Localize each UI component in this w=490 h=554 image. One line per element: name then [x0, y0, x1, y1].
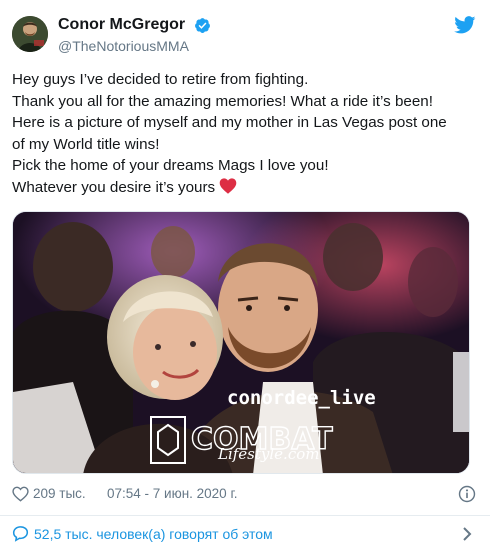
- tweet-line: Here is a picture of myself and my mothe…: [12, 114, 447, 132]
- like-count[interactable]: 209 тыс.: [33, 486, 86, 501]
- timestamp[interactable]: 07:54 - 7 июн. 2020 г.: [107, 486, 237, 501]
- tweet-line: of my World title wins!: [12, 135, 160, 153]
- conversation-count[interactable]: 52,5 тыс. человек(а) говорят об этом: [34, 526, 273, 542]
- twitter-bird-icon[interactable]: [454, 16, 476, 34]
- author-names: Conor McGregor @TheNotoriousMMA: [58, 16, 211, 54]
- tweet-line: Pick the home of your dreams Mags I love…: [12, 157, 329, 175]
- watermark-logo-script: Lifestyle.com: [217, 445, 319, 463]
- divider: [0, 515, 490, 516]
- tweet-photo[interactable]: conordee_live COMBAT Lifestyle.com: [12, 211, 470, 474]
- tweet-line: Hey guys I’ve decided to retire from fig…: [12, 71, 309, 88]
- red-heart-icon: [219, 178, 237, 194]
- verified-badge-icon: [194, 17, 211, 34]
- tweet-text: Hey guys I’ve decided to retire from fig…: [12, 69, 476, 199]
- display-name[interactable]: Conor McGregor: [58, 16, 185, 34]
- handle[interactable]: @TheNotoriousMMA: [58, 38, 211, 54]
- heart-outline-icon[interactable]: [12, 486, 29, 502]
- avatar[interactable]: [12, 16, 48, 52]
- tweet-meta: 209 тыс. 07:54 - 7 июн. 2020 г.: [12, 485, 476, 505]
- tweet-line: Whatever you desire it’s yours: [12, 178, 216, 196]
- tweet-card: Conor McGregor @TheNotoriousMMA Hey guys…: [0, 0, 490, 554]
- conversation-link[interactable]: 52,5 тыс. человек(а) говорят об этом: [12, 522, 476, 548]
- speech-bubble-icon: [12, 525, 29, 542]
- tweet-header: Conor McGregor @TheNotoriousMMA: [12, 14, 476, 58]
- chevron-right-icon[interactable]: [462, 526, 472, 542]
- tweet-line: Thank you all for the amazing memories! …: [12, 92, 433, 110]
- watermark-handle: conordee_live: [227, 387, 376, 409]
- info-icon[interactable]: [458, 485, 476, 503]
